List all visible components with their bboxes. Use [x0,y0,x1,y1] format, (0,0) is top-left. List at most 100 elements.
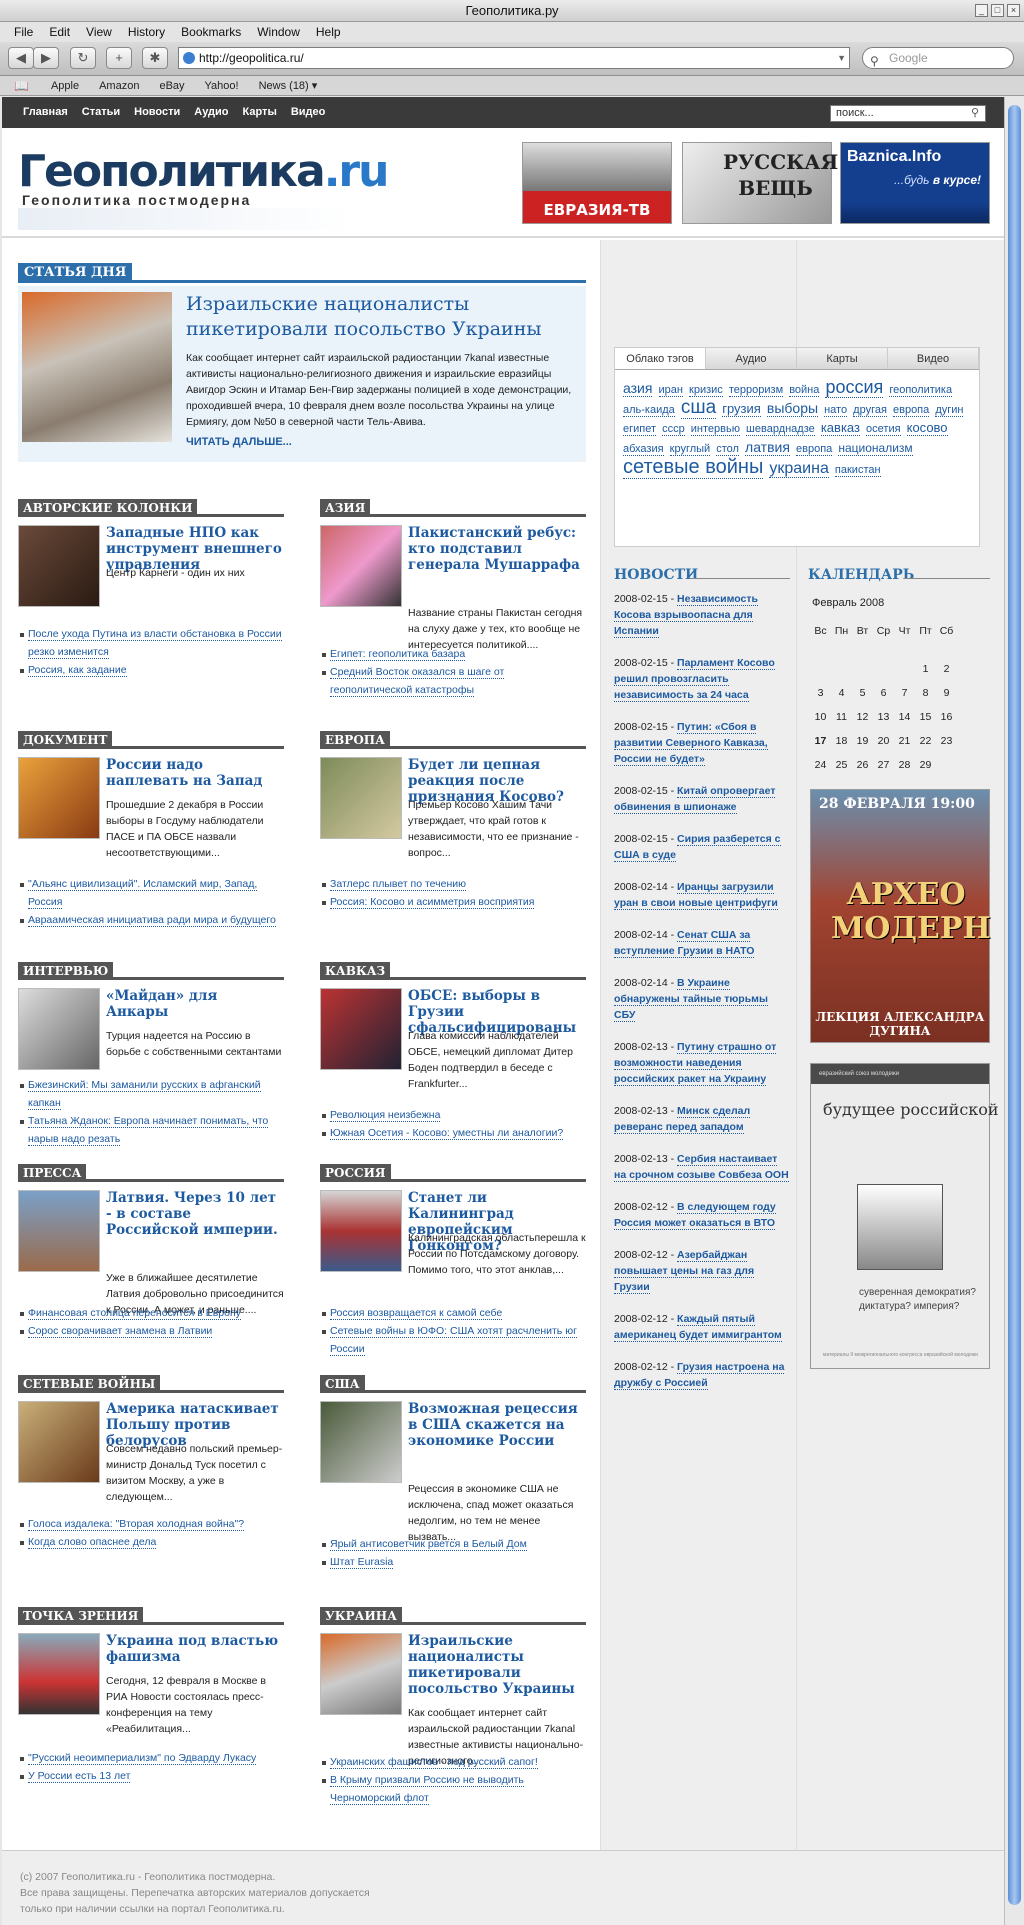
tab-video[interactable]: Видео [888,348,979,369]
calendar-date[interactable]: 4 [831,681,852,705]
calendar-date[interactable]: 23 [936,729,957,753]
menu-file[interactable]: File [6,22,41,42]
menu-edit[interactable]: Edit [41,22,78,42]
reload-button[interactable]: ↻ [70,47,96,69]
section-thumbnail[interactable] [18,1401,100,1483]
calendar-date[interactable]: 27 [873,753,894,777]
featured-image[interactable] [22,292,172,442]
tag-link[interactable]: косово [906,420,948,436]
section-article-title[interactable]: Возможная рецессия в США скажется на эко… [408,1401,586,1449]
menu-view[interactable]: View [78,22,120,42]
section-header-label[interactable]: АВТОРСКИЕ КОЛОНКИ [18,499,198,517]
tag-link[interactable]: европа [892,404,930,417]
tag-link[interactable]: латвия [745,439,790,456]
section-link[interactable]: Голоса издалека: "Вторая холодная война"… [18,1515,284,1533]
section-link[interactable]: Штат Eurasia [320,1553,586,1571]
section-header-label[interactable]: ЕВРОПА [320,731,390,749]
tag-link[interactable]: стол [716,443,739,456]
nav-home[interactable]: Главная [16,97,75,128]
section-header-label[interactable]: ИНТЕРВЬЮ [18,962,114,980]
section-link[interactable]: "Русский неоимпериализм" по Эдварду Лука… [18,1749,284,1767]
section-header-label[interactable]: РОССИЯ [320,1164,391,1182]
calendar-date[interactable]: 16 [936,705,957,729]
calendar-date[interactable]: 18 [831,729,852,753]
tag-link[interactable]: кавказ [820,420,860,436]
menu-window[interactable]: Window [249,22,308,42]
search-icon[interactable]: ⚲ [971,106,979,121]
bug-icon[interactable]: ✱ [142,47,168,69]
section-header-label[interactable]: УКРАИНА [320,1607,402,1625]
tag-link[interactable]: грузия [722,401,761,417]
calendar-date[interactable]: 11 [831,705,852,729]
section-thumbnail[interactable] [320,525,402,607]
calendar-date[interactable]: 10 [810,705,831,729]
chevron-down-icon[interactable]: ▼ [837,48,846,68]
nav-video[interactable]: Видео [284,97,333,128]
calendar-date[interactable]: 28 [894,753,915,777]
banner-baznica[interactable]: Baznica.Info ...будь в курсе! [840,142,990,224]
section-link[interactable]: Россия, как задание [18,661,284,679]
calendar-date[interactable]: 5 [852,681,873,705]
tag-link[interactable]: пакистан [834,464,881,477]
banner-russkaya-vesch[interactable]: РУССКАЯ ВЕЩЬ [682,142,838,224]
section-link[interactable]: Южная Осетия - Косово: уместны ли аналог… [320,1124,586,1142]
back-button[interactable]: ◀ [8,47,34,69]
tag-link[interactable]: шеварднадзе [746,423,815,436]
bookmark-ebay[interactable]: eBay [149,80,194,92]
section-header-label[interactable]: ДОКУМЕНТ [18,731,113,749]
tag-link[interactable]: сша [680,397,717,419]
menu-history[interactable]: History [120,22,173,42]
section-link[interactable]: После ухода Путина из власти обстановка … [18,625,284,661]
add-bookmark-button[interactable]: + [106,47,132,69]
tab-maps[interactable]: Карты [797,348,888,369]
section-thumbnail[interactable] [320,757,402,839]
banner-eurasia-tv[interactable]: ЕВРАЗИЯ-ТВ [522,142,672,224]
calendar-date[interactable]: 29 [915,753,936,777]
calendar-date[interactable]: 22 [915,729,936,753]
nav-audio[interactable]: Аудио [187,97,235,128]
featured-title[interactable]: Израильские националисты пикетировали по… [186,292,576,342]
read-more-link[interactable]: ЧИТАТЬ ДАЛЬШЕ... [186,436,292,448]
calendar-date[interactable]: 15 [915,705,936,729]
address-bar[interactable]: http://geopolitica.ru/ ▼ [178,47,850,69]
section-thumbnail[interactable] [18,757,100,839]
tag-link[interactable]: египет [623,423,657,436]
tag-link[interactable]: война [789,384,820,397]
nav-news[interactable]: Новости [127,97,187,128]
calendar-date[interactable]: 13 [873,705,894,729]
section-thumbnail[interactable] [18,988,100,1070]
tab-audio[interactable]: Аудио [706,348,797,369]
tag-link[interactable]: терроризм [728,384,784,397]
section-header-label[interactable]: США [320,1375,365,1393]
section-link[interactable]: "Альянс цивилизаций". Исламский мир, Зап… [18,875,284,911]
tag-link[interactable]: интервью [690,423,740,436]
section-thumbnail[interactable] [320,988,402,1070]
section-link[interactable]: Бжезинский: Мы заманили русских в афганс… [18,1076,284,1112]
nav-articles[interactable]: Статьи [75,97,127,128]
bookmark-apple[interactable]: Apple [41,80,89,92]
section-header-label[interactable]: АЗИЯ [320,499,371,517]
calendar-date[interactable]: 8 [915,681,936,705]
section-link[interactable]: Татьяна Жданок: Европа начинает понимать… [18,1112,284,1148]
tag-link[interactable]: европа [796,443,833,456]
tag-link[interactable]: национализм [838,441,913,456]
tag-link[interactable]: круглый [669,443,711,456]
tag-link[interactable]: другая [853,404,887,417]
menu-help[interactable]: Help [308,22,349,42]
tab-tag-cloud[interactable]: Облако тэгов [615,348,706,369]
section-article-title[interactable]: Украина под властью фашизма [106,1633,284,1665]
section-link[interactable]: Когда слово опаснее дела [18,1533,284,1551]
tag-link[interactable]: геополитика [889,384,953,397]
calendar-date[interactable]: 3 [810,681,831,705]
section-link[interactable]: Египет: геополитика базара [320,645,586,663]
book-cover-poster[interactable]: евразийский союз молодежи будущее россий… [810,1063,1004,1369]
section-link[interactable]: Сетевые войны в ЮФО: США хотят расчленит… [320,1322,586,1358]
section-link[interactable]: Затлерс плывет по течению [320,875,586,893]
calendar-date[interactable]: 1 [915,657,936,681]
section-link[interactable]: Сорос сворачивает знамена в Латвии [18,1322,284,1340]
tag-link[interactable]: сетевые войны [623,456,764,479]
section-header-label[interactable]: ПРЕССА [18,1164,87,1182]
calendar-date[interactable]: 7 [894,681,915,705]
tag-link[interactable]: россия [825,377,884,398]
maximize-icon[interactable]: □ [991,4,1004,17]
